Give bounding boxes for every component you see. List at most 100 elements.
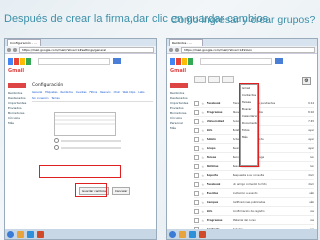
tab-labs[interactable]: Labs [138, 91, 144, 94]
mail-row[interactable]: ★ Programas Material del curso vie [194, 216, 314, 225]
gmail-label[interactable]: Gmail [5, 68, 156, 74]
setting-radio[interactable] [54, 145, 59, 150]
sidebar: Recibidos Destacados Importantes Enviado… [170, 83, 190, 131]
mail-subject: Respuesta a su consulta [232, 173, 265, 177]
browser-tab[interactable]: Recibidos - ... [169, 39, 203, 46]
setting-radio[interactable] [54, 138, 59, 143]
mail-date: ayer [308, 146, 314, 150]
tab-accounts[interactable]: Cuentas [76, 91, 87, 94]
tab-forwarding[interactable]: Reenvío [100, 91, 110, 94]
mail-sender: Grupo [206, 146, 216, 150]
mail-date: 7:45 [308, 119, 314, 123]
row-checkbox[interactable] [194, 199, 199, 205]
search-input[interactable] [200, 57, 272, 65]
row-checkbox[interactable] [194, 100, 199, 106]
search-button[interactable] [113, 58, 121, 64]
mail-date: vie [310, 218, 314, 222]
sidebar-item[interactable]: Más [8, 121, 28, 126]
search-input[interactable] [38, 57, 110, 65]
row-checkbox[interactable] [194, 217, 199, 223]
browser-icon[interactable] [189, 230, 196, 238]
back-icon[interactable] [169, 47, 173, 52]
row-checkbox[interactable] [194, 172, 199, 178]
mail-row[interactable]: ★ Facebook Un amigo comentó tu foto dom [194, 180, 314, 189]
star-icon[interactable]: ★ [201, 128, 205, 133]
explorer-icon[interactable] [179, 230, 186, 238]
settings-tabs: General Etiquetas Recibidos Cuentas Filt… [32, 91, 153, 102]
star-icon[interactable]: ★ [201, 155, 205, 160]
mail-sender: Facebook [206, 182, 221, 186]
star-icon[interactable]: ★ [201, 182, 205, 187]
row-checkbox[interactable] [194, 154, 199, 160]
mail-sender: Universidad [206, 119, 225, 123]
signature-line [55, 123, 115, 125]
start-icon[interactable] [169, 230, 176, 238]
forward-icon[interactable] [13, 47, 17, 52]
tab-inbox[interactable]: Recibidos [60, 91, 72, 94]
mail-row[interactable]: ★ Eventos Invitación a evento sáb [194, 189, 314, 198]
back-icon[interactable] [7, 47, 11, 52]
compose-button[interactable] [170, 83, 188, 88]
star-icon[interactable]: ★ [201, 218, 205, 223]
address-bar[interactable]: https://mail.google.com/mail/?shva=1#inb… [181, 46, 315, 53]
star-icon[interactable]: ★ [201, 101, 205, 106]
tab-themes[interactable]: Temas [52, 97, 60, 100]
mail-date: dom [308, 182, 314, 186]
row-checkbox[interactable] [194, 145, 199, 151]
compose-button[interactable] [8, 83, 26, 88]
tab-general[interactable]: General [32, 91, 42, 94]
address-bar[interactable]: https://mail.google.com/mail/?shva=1#set… [19, 46, 154, 53]
mail-subject: Confirmación de registro [232, 209, 265, 213]
row-checkbox[interactable] [194, 190, 199, 196]
mail-row[interactable]: ★ Campus Calificaciones publicadas sáb [194, 198, 314, 207]
star-icon[interactable]: ★ [201, 173, 205, 178]
explorer-icon[interactable] [17, 230, 24, 238]
star-icon[interactable]: ★ [201, 164, 205, 169]
tab-labels[interactable]: Etiquetas [45, 91, 57, 94]
mail-row[interactable]: ★ Info Confirmación de registro vie [194, 207, 314, 216]
star-icon[interactable]: ★ [201, 137, 205, 142]
cancel-button[interactable]: Cancelar [111, 187, 131, 195]
app-icon[interactable] [199, 230, 206, 238]
search-button[interactable] [275, 58, 283, 64]
app-icon[interactable] [37, 230, 44, 238]
row-checkbox[interactable] [194, 109, 199, 115]
gear-icon[interactable]: ⚙ [302, 77, 311, 85]
gmail-label[interactable]: Gmail [167, 68, 317, 74]
mail-row[interactable]: ★ Soporte Respuesta a su consulta dom [194, 171, 314, 180]
star-icon[interactable]: ★ [201, 191, 205, 196]
sidebar-item[interactable]: Más [170, 126, 190, 131]
browser-icon[interactable] [27, 230, 34, 238]
star-icon[interactable]: ★ [201, 119, 205, 124]
refresh-button[interactable] [208, 76, 220, 83]
browser-tab[interactable]: Configuración - ... [7, 39, 41, 46]
more-button[interactable] [222, 76, 234, 83]
mail-date: lun [309, 155, 314, 159]
tab-offline[interactable]: Sin conexión [32, 97, 49, 100]
mail-date: ayer [308, 137, 314, 141]
row-checkbox[interactable] [194, 181, 199, 187]
select-button[interactable] [194, 76, 206, 83]
row-checkbox[interactable] [194, 136, 199, 142]
tab-filters[interactable]: Filtros [90, 91, 98, 94]
row-checkbox[interactable] [194, 118, 199, 124]
address-bar-row: https://mail.google.com/mail/?shva=1#set… [5, 46, 156, 54]
signature-editor[interactable] [54, 112, 116, 136]
mail-date: 8:02 [308, 110, 314, 114]
star-icon[interactable]: ★ [201, 146, 205, 151]
tab-chat[interactable]: Chat [114, 91, 120, 94]
star-icon[interactable]: ★ [201, 200, 205, 205]
mail-sender: Programas [206, 110, 223, 114]
start-icon[interactable] [7, 230, 14, 238]
row-checkbox[interactable] [194, 163, 199, 169]
forward-icon[interactable] [175, 47, 179, 52]
signature-lines [55, 115, 115, 125]
tab-bar: Configuración - ... [5, 39, 156, 46]
tab-webclips[interactable]: Web Clips [123, 91, 136, 94]
star-icon[interactable]: ★ [201, 110, 205, 115]
row-checkbox[interactable] [194, 127, 199, 133]
row-checkbox[interactable] [194, 208, 199, 214]
star-icon[interactable]: ★ [201, 209, 205, 214]
mail-date: sáb [309, 191, 314, 195]
mail-subject: Material del curso [232, 218, 256, 222]
